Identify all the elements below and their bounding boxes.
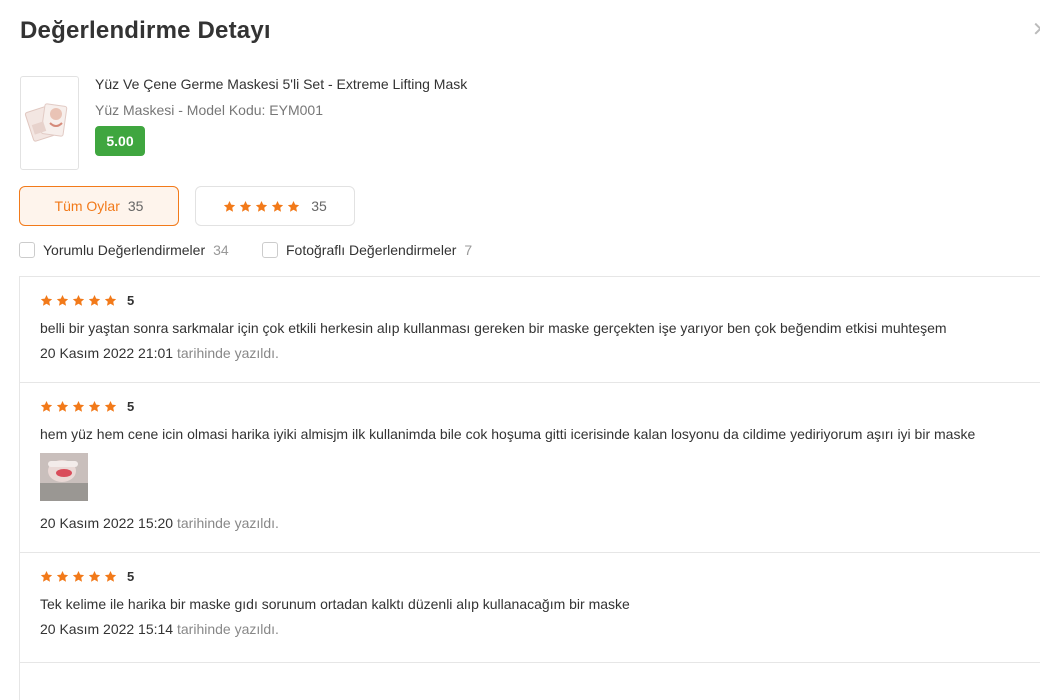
- tab-five-star-count: 35: [311, 198, 327, 214]
- review-date-suffix: tarihinde yazıldı.: [177, 621, 279, 637]
- star-icon: [88, 294, 101, 306]
- filter-commented-reviews[interactable]: Yorumlu Değerlendirmeler 34: [19, 242, 229, 258]
- review-date: 20 Kasım 2022 15:14 tarihinde yazıldı.: [40, 621, 279, 637]
- review-rating-value: 5: [127, 569, 135, 584]
- review-rating: 5: [40, 399, 134, 414]
- review-photo[interactable]: [40, 453, 88, 501]
- review-date: 20 Kasım 2022 21:01 tarihinde yazıldı.: [40, 345, 279, 361]
- star-icon: [104, 570, 117, 582]
- star-icon: [104, 400, 117, 412]
- checkbox[interactable]: [19, 242, 35, 258]
- review-rating: 5: [40, 293, 134, 308]
- filter-photo-count: 7: [464, 242, 473, 258]
- star-icon: [224, 200, 236, 212]
- filter-commented-count: 34: [213, 242, 229, 258]
- filter-photo-label: Fotoğraflı Değerlendirmeler: [286, 242, 457, 258]
- review-list: 5 belli bir yaştan sonra sarkmalar için …: [19, 276, 1040, 700]
- star-icon: [56, 294, 69, 306]
- review-date-suffix: tarihinde yazıldı.: [177, 515, 279, 531]
- star-icon: [272, 200, 284, 212]
- close-icon[interactable]: ✕: [1032, 20, 1040, 40]
- product-category-model: Yüz Maskesi - Model Kodu: EYM001: [95, 102, 323, 118]
- review-rating: 5: [40, 569, 134, 584]
- review-date: 20 Kasım 2022 15:20 tarihinde yazıldı.: [40, 515, 279, 531]
- checkbox[interactable]: [262, 242, 278, 258]
- review-text: hem yüz hem cene icin olmasi harika iyik…: [40, 426, 976, 442]
- filter-commented-label: Yorumlu Değerlendirmeler: [43, 242, 206, 258]
- star-icon: [56, 570, 69, 582]
- star-icon: [72, 400, 85, 412]
- star-icon: [40, 294, 53, 306]
- star-icon: [104, 294, 117, 306]
- review-date-value: 20 Kasım 2022 15:14: [40, 621, 174, 637]
- tab-all-ratings[interactable]: Tüm Oylar 35: [19, 186, 179, 226]
- star-icon: [288, 200, 300, 212]
- product-image[interactable]: [20, 76, 79, 170]
- review-date-suffix: tarihinde yazıldı.: [177, 345, 279, 361]
- star-icon: [56, 400, 69, 412]
- star-icon: [72, 294, 85, 306]
- review-rating-value: 5: [127, 293, 135, 308]
- star-icon: [240, 200, 252, 212]
- review-item: 5 belli bir yaştan sonra sarkmalar için …: [20, 277, 1040, 383]
- star-icon: [88, 400, 101, 412]
- star-icon: [40, 400, 53, 412]
- five-star-rating-icons: [223, 200, 303, 213]
- star-icon: [40, 570, 53, 582]
- product-score-badge: 5.00: [95, 126, 145, 156]
- product-name[interactable]: Yüz Ve Çene Germe Maskesi 5'li Set - Ext…: [95, 76, 695, 92]
- star-icon: [88, 570, 101, 582]
- tab-all-ratings-label: Tüm Oylar: [54, 198, 120, 214]
- tab-all-ratings-count: 35: [127, 198, 144, 214]
- tab-five-star[interactable]: 35: [195, 186, 355, 226]
- review-item: 5 hem yüz hem cene icin olmasi harika iy…: [20, 383, 1040, 553]
- star-icon: [256, 200, 268, 212]
- review-text: belli bir yaştan sonra sarkmalar için ço…: [40, 320, 947, 336]
- review-item: 5 Tek kelime ile harika bir maske gıdı s…: [20, 553, 1040, 663]
- star-icon: [72, 570, 85, 582]
- review-date-value: 20 Kasım 2022 21:01: [40, 345, 174, 361]
- review-rating-value: 5: [127, 399, 135, 414]
- review-date-value: 20 Kasım 2022 15:20: [40, 515, 174, 531]
- review-text: Tek kelime ile harika bir maske gıdı sor…: [40, 596, 630, 612]
- filter-photo-reviews[interactable]: Fotoğraflı Değerlendirmeler 7: [262, 242, 472, 258]
- page-title: Değerlendirme Detayı: [20, 17, 271, 44]
